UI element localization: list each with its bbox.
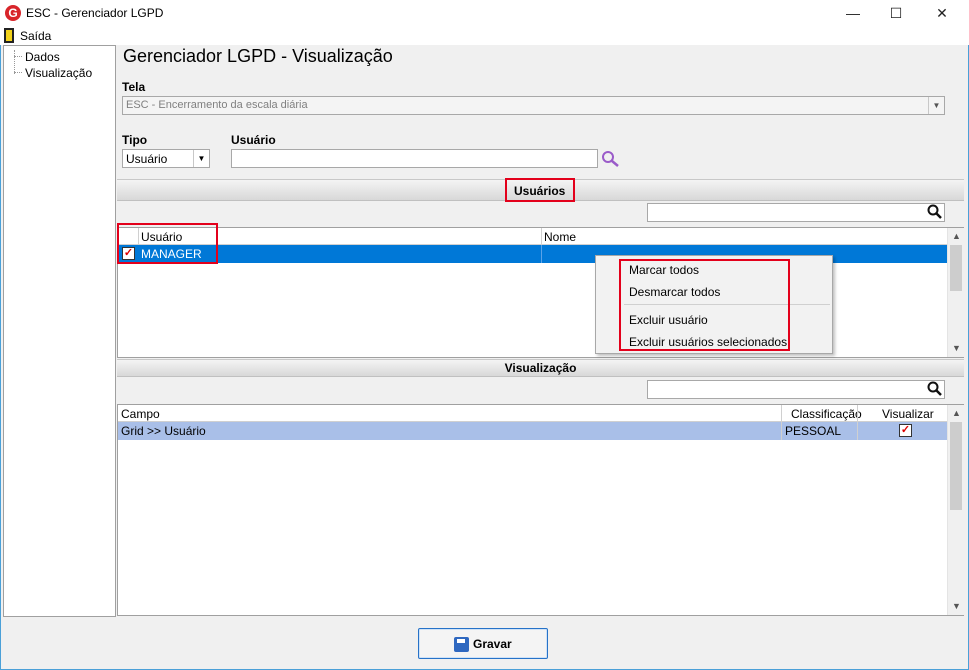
- view-section-bar: Visualização: [117, 359, 964, 377]
- usuario-input[interactable]: [231, 149, 598, 168]
- cell-campo: Grid >> Usuário: [121, 424, 206, 438]
- tela-select-value: ESC - Encerramento da escala diária: [126, 99, 308, 111]
- menu-bar: [0, 26, 969, 45]
- table-row[interactable]: Grid >> Usuário PESSOAL ✓: [118, 422, 947, 440]
- column-separator: [781, 422, 782, 440]
- tree-connector: [14, 56, 22, 57]
- scroll-up-icon[interactable]: ▲: [948, 408, 965, 418]
- search-icon[interactable]: [927, 204, 943, 220]
- page-title: Gerenciador LGPD - Visualização: [123, 46, 393, 66]
- column-separator: [541, 228, 542, 245]
- column-separator: [781, 405, 782, 422]
- scroll-down-icon[interactable]: ▼: [948, 343, 965, 353]
- usuario-label: Usuário: [231, 133, 276, 147]
- minimize-button[interactable]: —: [830, 0, 876, 26]
- cell-classificacao: PESSOAL: [785, 424, 842, 438]
- view-grid: Campo Classificação Visualizar Grid >> U…: [117, 404, 964, 616]
- view-search-input[interactable]: [647, 380, 945, 399]
- floppy-disk-icon: [454, 637, 469, 652]
- view-section-title: Visualização: [504, 361, 577, 375]
- scroll-thumb[interactable]: [950, 422, 962, 510]
- tipo-select-value: Usuário: [126, 152, 168, 166]
- scroll-thumb[interactable]: [950, 245, 962, 291]
- search-icon[interactable]: [601, 150, 621, 168]
- tela-select[interactable]: ESC - Encerramento da escala diária ▼: [122, 96, 945, 115]
- scroll-up-icon[interactable]: ▲: [948, 231, 965, 241]
- app-logo-icon: G: [5, 5, 21, 21]
- users-section-title: Usuários: [514, 184, 566, 198]
- exit-door-icon[interactable]: [4, 28, 14, 43]
- window-title: ESC - Gerenciador LGPD: [26, 6, 164, 20]
- save-button-label: Gravar: [473, 637, 512, 651]
- menu-exit[interactable]: Saída: [20, 29, 51, 43]
- tipo-select[interactable]: Usuário ▼: [122, 149, 210, 168]
- tree-connector: [14, 72, 22, 73]
- view-grid-scrollbar[interactable]: ▲ ▼: [947, 405, 964, 615]
- column-header-campo[interactable]: Campo: [121, 407, 160, 421]
- users-grid-header: Usuário Nome: [118, 228, 947, 245]
- close-button[interactable]: ✕: [919, 0, 965, 26]
- scroll-down-icon[interactable]: ▼: [948, 601, 965, 611]
- tela-label: Tela: [122, 80, 146, 94]
- chevron-down-icon[interactable]: ▼: [193, 150, 209, 167]
- visualizar-checkbox[interactable]: ✓: [899, 424, 912, 437]
- maximize-button[interactable]: ☐: [873, 0, 919, 26]
- users-search-input[interactable]: [647, 203, 945, 222]
- save-button[interactable]: Gravar: [418, 628, 548, 659]
- tree-item-visualizacao[interactable]: Visualização: [25, 66, 92, 80]
- column-header-nome[interactable]: Nome: [544, 230, 576, 244]
- users-grid: Usuário Nome ✓ MANAGER ▲ ▼: [117, 227, 964, 358]
- tree-connector: [14, 50, 15, 74]
- annotation-box: [117, 223, 218, 264]
- column-header-visualizar[interactable]: Visualizar: [882, 407, 934, 421]
- column-header-classificacao[interactable]: Classificação: [791, 407, 862, 421]
- view-grid-header: Campo Classificação Visualizar: [118, 405, 947, 422]
- annotation-box: [619, 259, 790, 351]
- nav-tree: [3, 45, 116, 617]
- column-separator: [857, 405, 858, 422]
- column-separator: [857, 422, 858, 440]
- tree-item-dados[interactable]: Dados: [25, 50, 60, 64]
- column-separator: [541, 245, 542, 263]
- tipo-label: Tipo: [122, 133, 148, 147]
- chevron-down-icon[interactable]: ▼: [928, 97, 944, 114]
- search-icon[interactable]: [927, 381, 943, 397]
- users-grid-scrollbar[interactable]: ▲ ▼: [947, 228, 964, 357]
